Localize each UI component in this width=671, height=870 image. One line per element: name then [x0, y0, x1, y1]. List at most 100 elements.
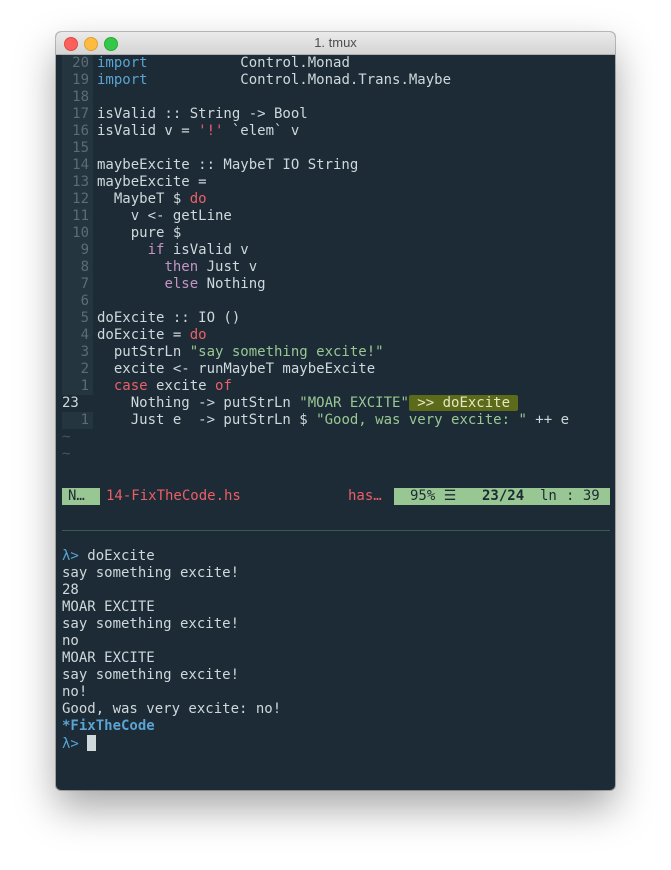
- line-number: 23: [62, 395, 79, 411]
- code-token: "MOAR EXCITE": [299, 395, 409, 411]
- repl-text: say something excite!: [62, 667, 240, 683]
- line-number: 8: [62, 259, 93, 276]
- line-number: 15: [62, 140, 93, 157]
- code-text: v <- getLine: [97, 208, 232, 225]
- code-token: MaybeT $: [97, 191, 190, 207]
- code-token: case: [113, 378, 148, 394]
- line-label: ln: [540, 488, 557, 504]
- repl-line: Good, was very excite: no!: [62, 701, 281, 718]
- repl-line: 28: [62, 582, 79, 599]
- code-text: maybeExcite :: MaybeT IO String: [97, 157, 358, 174]
- code-text: isValid v = '!' `elem` v: [97, 123, 299, 140]
- code-token: Just v: [198, 259, 258, 275]
- repl-line: λ>: [62, 735, 97, 752]
- position-section: 95% ☰ 23/24 ln : 39: [394, 488, 610, 505]
- repl-line: *FixTheCode: [62, 718, 155, 735]
- line-number: 14: [62, 157, 93, 174]
- repl-text: Good, was very excite: no!: [62, 701, 282, 717]
- line-number: 16: [62, 123, 93, 140]
- file-name: 14-FixTheCode.hs: [106, 488, 241, 504]
- column-number: : 39: [566, 488, 600, 504]
- repl-prompt: λ>: [62, 736, 79, 752]
- code-token: ++ e: [526, 412, 570, 428]
- code-token: Nothing: [198, 276, 266, 292]
- code-text: else Nothing: [97, 276, 266, 293]
- line-number: 11: [62, 208, 93, 225]
- line-number: 1: [62, 378, 93, 395]
- terminal-window: 1. tmux 20 import Control.Monad 19 import C…: [56, 32, 615, 790]
- code-token: excite <- runMaybeT maybeExcite: [97, 361, 376, 377]
- repl-line: no!: [62, 684, 87, 701]
- code-token: isValid v =: [97, 123, 199, 139]
- code-token: do: [189, 327, 207, 343]
- repl-line: say something excite!: [62, 565, 239, 582]
- selection-highlight: >> doExcite: [408, 395, 519, 411]
- code-token: v <- getLine: [97, 208, 232, 224]
- repl-text: no!: [62, 684, 88, 700]
- file-type: has…: [348, 488, 382, 504]
- code-token: putStrLn: [97, 344, 190, 360]
- repl-line: say something excite!: [62, 667, 239, 684]
- line-number: 20: [62, 55, 93, 72]
- mode-indicator: N…: [62, 488, 100, 505]
- code-token: "Good, was very excite: ": [316, 412, 527, 428]
- repl-text: say something excite!: [62, 565, 240, 581]
- text-cursor[interactable]: [87, 735, 97, 751]
- repl-text: doExcite: [78, 548, 155, 564]
- line-position: 23/24: [482, 488, 525, 504]
- line-number: 18: [62, 89, 93, 106]
- code-token: maybeExcite :: MaybeT IO String: [97, 157, 359, 173]
- repl-line: λ> doExcite: [62, 548, 155, 565]
- code-text: import Control.Monad.Trans.Maybe: [97, 72, 451, 89]
- code-text: case excite of: [97, 378, 232, 395]
- code-text: then Just v: [97, 259, 257, 276]
- line-number: 2: [62, 361, 93, 378]
- repl-text: 28: [62, 582, 79, 598]
- repl-text: MOAR EXCITE: [62, 650, 155, 666]
- title-bar[interactable]: 1. tmux: [56, 32, 615, 55]
- code-token: '!': [198, 123, 224, 139]
- code-token: then: [164, 259, 199, 275]
- line-number: 10: [62, 225, 93, 242]
- code-text: doExcite = do: [97, 327, 207, 344]
- line-number: 6: [62, 293, 93, 310]
- code-token: `elem` v: [223, 123, 300, 139]
- code-token: Just e -> putStrLn $: [97, 412, 317, 428]
- line-number: 12: [62, 191, 93, 208]
- line-number: 1: [62, 412, 93, 429]
- code-text: excite <- runMaybeT maybeExcite: [97, 361, 375, 378]
- code-token: if: [147, 242, 165, 258]
- code-text: doExcite :: IO (): [97, 310, 240, 327]
- repl-text: say something excite!: [62, 616, 240, 632]
- repl-line: MOAR EXCITE: [62, 599, 155, 616]
- code-token: of: [215, 378, 232, 394]
- line-number: 4: [62, 327, 93, 344]
- module-name: *FixTheCode: [62, 718, 155, 734]
- code-token: doExcite =: [97, 327, 190, 343]
- code-text: maybeExcite =: [97, 174, 207, 191]
- empty-line-marker: ~: [62, 429, 71, 445]
- code-token: Control.Monad.Trans.Maybe: [147, 72, 452, 88]
- pane-divider[interactable]: [62, 530, 610, 531]
- repl-text: no: [62, 633, 79, 649]
- code-text: Nothing -> putStrLn "MOAR EXCITE" >> doE…: [97, 395, 519, 412]
- window-title: 1. tmux: [314, 35, 357, 50]
- code-text: Just e -> putStrLn $ "Good, was very exc…: [97, 412, 569, 429]
- repl-line: say something excite!: [62, 616, 239, 633]
- repl-text: MOAR EXCITE: [62, 599, 155, 615]
- code-token: import: [97, 72, 148, 88]
- code-token: excite: [147, 378, 216, 394]
- code-text: MaybeT $ do: [97, 191, 207, 208]
- repl-line: no: [62, 633, 79, 650]
- code-text: putStrLn "say something excite!": [97, 344, 384, 361]
- code-token: "say something excite!": [189, 344, 384, 360]
- line-number: 17: [62, 106, 93, 123]
- vim-statusline: N… 14-FixTheCode.hs has… 95% ☰ 23/24 ln …: [62, 488, 610, 505]
- code-token: import: [97, 55, 148, 71]
- line-number: 7: [62, 276, 93, 293]
- line-number: 13: [62, 174, 93, 191]
